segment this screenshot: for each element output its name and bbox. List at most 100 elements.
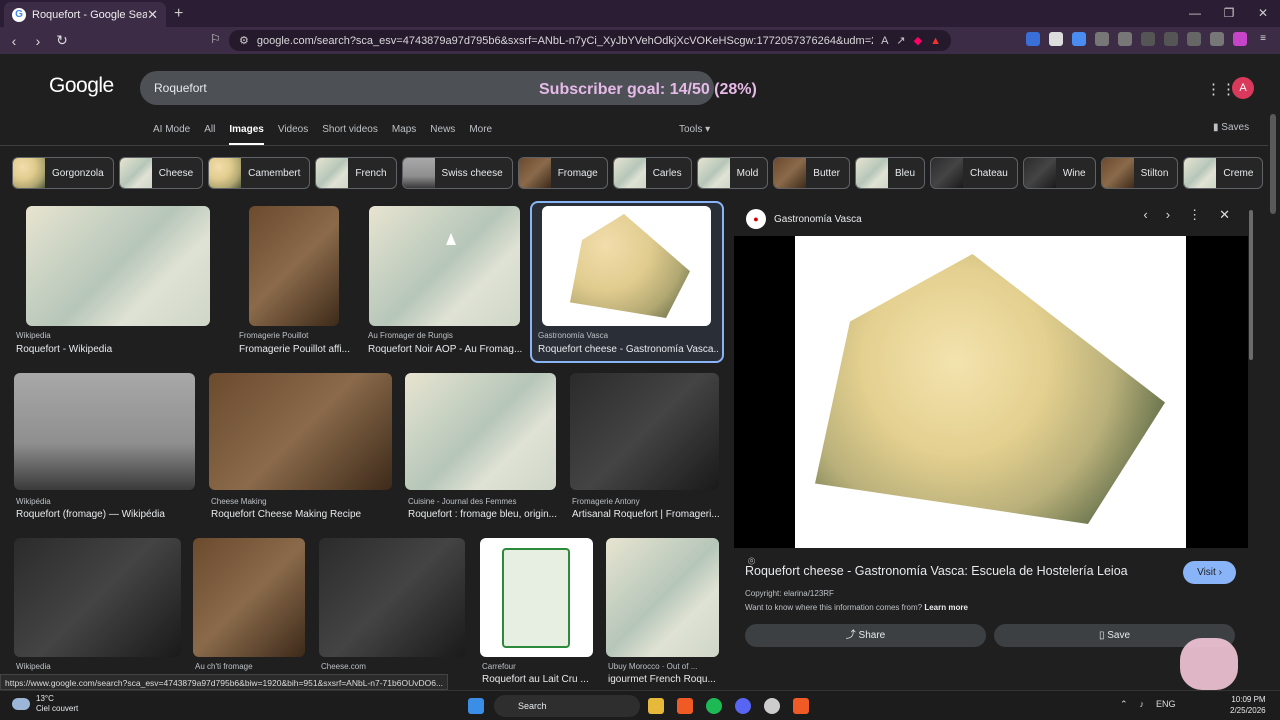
chevron-up-icon[interactable]: ⌃	[1120, 699, 1128, 710]
weather-widget[interactable]: 13°C Ciel couvert	[12, 694, 78, 714]
tab-maps[interactable]: Maps	[392, 124, 416, 145]
chip-french[interactable]: French	[315, 157, 397, 189]
image-result[interactable]: Cuisine - Journal des Femmes Roquefort :…	[405, 372, 563, 525]
translate-icon[interactable]: A	[881, 35, 888, 47]
image-result[interactable]: Wikipedia	[13, 537, 183, 690]
file-explorer-icon[interactable]	[648, 698, 664, 714]
tab-more[interactable]: More	[469, 124, 492, 145]
browser-tab[interactable]: G Roquefort - Google Search ✕	[4, 2, 166, 27]
page-scrollbar[interactable]	[1270, 114, 1276, 214]
extensions-area: ≡	[1026, 32, 1270, 46]
maximize-icon[interactable]: ❐	[1212, 0, 1246, 27]
tab-ai-mode[interactable]: AI Mode	[153, 124, 190, 145]
chip-thumbnail	[697, 158, 730, 188]
new-tab-icon[interactable]: +	[174, 5, 183, 23]
puzzle-icon[interactable]	[1095, 32, 1109, 46]
close-window-icon[interactable]: ✕	[1246, 0, 1280, 27]
image-result[interactable]: Fromagerie Antony Artisanal Roquefort | …	[569, 372, 722, 525]
google-logo[interactable]: Google	[49, 74, 114, 98]
image-result[interactable]: Carrefour Roquefort au Lait Cru ...	[479, 537, 597, 690]
site-info-icon[interactable]: ⚙	[239, 34, 249, 47]
previous-icon[interactable]: ‹	[1143, 207, 1147, 223]
forward-icon[interactable]: ›	[28, 33, 48, 49]
image-result[interactable]: Wikipédia Roquefort (fromage) — Wikipédi…	[13, 372, 198, 525]
address-bar[interactable]: ⚙ google.com/search?sca_esv=4743879a97d7…	[229, 30, 951, 51]
back-icon[interactable]: ‹	[4, 33, 24, 49]
spotify-icon[interactable]	[706, 698, 722, 714]
chip-swiss-cheese[interactable]: Swiss cheese	[401, 157, 513, 189]
profile-icon[interactable]	[1233, 32, 1247, 46]
image-result[interactable]: Ubuy Morocco · Out of ... igourmet Frenc…	[605, 537, 722, 690]
tab-short-videos[interactable]: Short videos	[322, 124, 378, 145]
result-title: Roquefort cheese - Gastronomía Vasca...	[538, 344, 718, 355]
microphone-icon[interactable]: ♪	[1140, 699, 1145, 710]
chip-bleu[interactable]: Bleu	[854, 157, 925, 189]
image-result[interactable]: Cheese.com ...se? W...	[318, 537, 468, 690]
leo-icon[interactable]	[1187, 32, 1201, 46]
chip-cheese[interactable]: Cheese	[118, 157, 204, 189]
tab-all[interactable]: All	[204, 124, 215, 145]
chip-carles[interactable]: Carles	[612, 157, 692, 189]
chip-stilton[interactable]: Stilton	[1100, 157, 1179, 189]
chip-camembert[interactable]: Camembert	[208, 157, 311, 189]
chip-gorgonzola[interactable]: Gorgonzola	[12, 157, 114, 189]
image-result[interactable]: Gastronomía Vasca Roquefort cheese - Gas…	[538, 205, 720, 360]
chip-mold[interactable]: Mold	[696, 157, 769, 189]
bookmark-icon[interactable]: ⚐	[210, 32, 221, 46]
image-result[interactable]: Au Fromager de Rungis Roquefort Noir AOP…	[368, 205, 528, 360]
result-image	[606, 538, 719, 657]
panel-scrollbar[interactable]	[1249, 210, 1253, 360]
avatar[interactable]: A	[1232, 77, 1254, 99]
extension-icon[interactable]	[1049, 32, 1063, 46]
extension-icon[interactable]	[1026, 32, 1040, 46]
tab-news[interactable]: News	[430, 124, 455, 145]
chip-wine[interactable]: Wine	[1022, 157, 1096, 189]
app-icon[interactable]	[764, 698, 780, 714]
result-image	[193, 538, 305, 657]
chip-label: Gorgonzola	[52, 167, 104, 179]
image-result[interactable]: Cheese Making Roquefort Cheese Making Re…	[208, 372, 396, 525]
chip-butter[interactable]: Butter	[773, 157, 850, 189]
brave-icon[interactable]	[677, 698, 693, 714]
preview-image-frame[interactable]: ⌾	[734, 236, 1248, 568]
sidebar-icon[interactable]	[1141, 32, 1155, 46]
preview-title[interactable]: Roquefort cheese - Gastronomía Vasca: Es…	[745, 564, 1128, 578]
image-result[interactable]: Au ch'ti fromage	[192, 537, 308, 690]
share-icon[interactable]: ↗	[896, 34, 905, 47]
windows-start-icon[interactable]	[468, 698, 484, 714]
image-result[interactable]: Wikipedia Roquefort - Wikipedia	[16, 205, 226, 360]
extension-icon[interactable]	[1072, 32, 1086, 46]
chip-creme[interactable]: Creme	[1183, 157, 1264, 189]
chip-fromage[interactable]: Fromage	[517, 157, 608, 189]
saves-button[interactable]: ▮ Saves	[1213, 122, 1249, 133]
menu-icon[interactable]: ≡	[1256, 32, 1270, 46]
result-image	[14, 373, 195, 490]
panel-site-name[interactable]: Gastronomía Vasca	[774, 214, 862, 225]
rewards-icon[interactable]: ▲	[930, 35, 941, 47]
discord-icon[interactable]	[735, 698, 751, 714]
tab-videos[interactable]: Videos	[278, 124, 308, 145]
vpn-icon[interactable]	[1210, 32, 1224, 46]
clock[interactable]: 10:09 PM 2/25/2026	[1230, 694, 1266, 716]
chip-label: Chateau	[970, 167, 1008, 179]
image-result[interactable]: Fromagerie Pouillot Fromagerie Pouillot …	[239, 205, 357, 360]
reload-icon[interactable]: ↻	[52, 32, 72, 49]
brave-shield-icon[interactable]: ◆	[914, 34, 922, 47]
share-button[interactable]: ⤴ Share	[745, 624, 986, 647]
more-options-icon[interactable]: ⋮	[1188, 207, 1201, 223]
tab-images[interactable]: Images	[229, 124, 264, 145]
language-indicator[interactable]: ENG	[1156, 699, 1176, 710]
close-tab-icon[interactable]: ✕	[147, 7, 158, 23]
learn-more-link[interactable]: Learn more	[924, 603, 968, 612]
chip-thumbnail	[1101, 158, 1134, 188]
tools-button[interactable]: Tools ▾	[679, 124, 710, 135]
next-icon[interactable]: ›	[1166, 207, 1170, 223]
brave-active-icon[interactable]	[793, 698, 809, 714]
extension-icon[interactable]	[1118, 32, 1132, 46]
taskbar-search[interactable]: Search	[494, 695, 640, 717]
chip-chateau[interactable]: Chateau	[930, 157, 1018, 189]
wallet-icon[interactable]	[1164, 32, 1178, 46]
close-icon[interactable]: ✕	[1219, 207, 1230, 223]
minimize-icon[interactable]: —	[1178, 0, 1212, 27]
visit-button[interactable]: Visit ›	[1183, 561, 1236, 584]
